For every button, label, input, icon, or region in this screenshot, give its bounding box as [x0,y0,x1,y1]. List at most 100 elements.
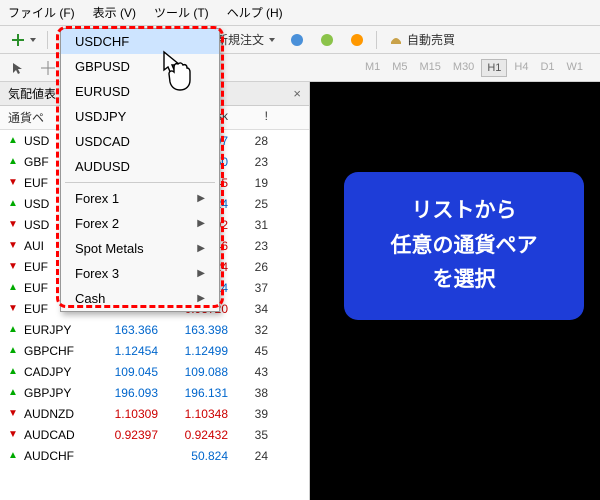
bid-cell: 196.093 [88,386,158,400]
symbol-cell: AUDNZD [24,407,88,421]
timeframe-m15[interactable]: M15 [415,59,446,77]
direction-icon: ▼ [8,303,24,314]
plus-icon [11,33,25,47]
direction-icon: ▲ [8,324,24,335]
timeframe-h1[interactable]: H1 [481,59,507,77]
symbol-cell: AUDCAD [24,428,88,442]
symbol-cell: AUDCHF [24,449,88,463]
direction-icon: ▲ [8,135,24,146]
timeframe-selector: M1M5M15M30H1H4D1W1 [360,59,594,77]
direction-icon: ▼ [8,429,24,440]
toolbar-icon[interactable] [284,29,310,51]
menubar: ファイル (F) 表示 (V) ツール (T) ヘルプ (H) [0,0,600,26]
panel-close-button[interactable]: × [293,86,301,101]
quote-row[interactable]: ▼AUDNZD1.103091.1034839 [0,403,309,424]
spread-cell: 38 [228,386,268,400]
dropdown-item-usdchf[interactable]: USDCHF [61,29,219,54]
dropdown-submenu-forex-3[interactable]: Forex 3▶ [61,261,219,286]
timeframe-m5[interactable]: M5 [387,59,412,77]
spread-cell: 28 [228,134,268,148]
menu-view[interactable]: 表示 (V) [93,4,136,21]
quote-row[interactable]: ▲GBPJPY196.093196.13138 [0,382,309,403]
chevron-right-icon: ▶ [197,193,205,204]
ask-cell: 1.10348 [158,407,228,421]
spread-cell: 37 [228,281,268,295]
direction-icon: ▲ [8,156,24,167]
timeframe-m30[interactable]: M30 [448,59,479,77]
direction-icon: ▲ [8,345,24,356]
direction-icon: ▼ [8,261,24,272]
bid-cell: 0.92397 [88,428,158,442]
toolbar-icon[interactable] [344,29,370,51]
quote-row[interactable]: ▼AUDCAD0.923970.9243235 [0,424,309,445]
direction-icon: ▲ [8,366,24,377]
dropdown-item-usdjpy[interactable]: USDJPY [61,104,219,129]
direction-icon: ▼ [8,177,24,188]
dropdown-submenu-forex-1[interactable]: Forex 1▶ [61,186,219,211]
spread-cell: 31 [228,218,268,232]
ask-cell: 1.12499 [158,344,228,358]
menu-help[interactable]: ヘルプ (H) [227,4,283,21]
spread-cell: 26 [228,260,268,274]
symbol-cell: GBPCHF [24,344,88,358]
menu-tools[interactable]: ツール (T) [154,4,209,21]
direction-icon: ▲ [8,387,24,398]
symbol-cell: CADJPY [24,365,88,379]
timeframe-d1[interactable]: D1 [535,59,559,77]
quote-row[interactable]: ▲GBPCHF1.124541.1249945 [0,340,309,361]
cursor-tool[interactable] [6,58,30,78]
ask-cell: 50.824 [158,449,228,463]
dropdown-submenu-cash[interactable]: Cash▶ [61,286,219,311]
bid-cell: 1.10309 [88,407,158,421]
quote-row[interactable]: ▲AUDCHF 50.82424 [0,445,309,466]
dropdown-item-usdcad[interactable]: USDCAD [61,129,219,154]
spread-cell: 19 [228,176,268,190]
callout-line: 任意の通貨ペア [358,229,570,264]
dropdown-submenu-spot-metals[interactable]: Spot Metals▶ [61,236,219,261]
ask-cell: 163.398 [158,323,228,337]
spread-cell: 45 [228,344,268,358]
spread-cell: 34 [228,302,268,316]
toolbar-icon[interactable] [314,29,340,51]
timeframe-m1[interactable]: M1 [360,59,385,77]
bid-cell: 163.366 [88,323,158,337]
timeframe-h4[interactable]: H4 [509,59,533,77]
menu-file[interactable]: ファイル (F) [8,4,75,21]
crosshair-tool[interactable] [36,58,60,78]
spread-cell: 43 [228,365,268,379]
spread-cell: 25 [228,197,268,211]
callout-line: リストから [358,194,570,229]
add-chart-button[interactable] [6,30,41,50]
quote-row[interactable]: ▲EURJPY163.366163.39832 [0,319,309,340]
symbol-cell: GBPJPY [24,386,88,400]
dropdown-submenu-forex-2[interactable]: Forex 2▶ [61,211,219,236]
spread-cell: 39 [228,407,268,421]
spread-cell: 23 [228,155,268,169]
dropdown-item-eurusd[interactable]: EURUSD [61,79,219,104]
col-spread[interactable]: ! [228,109,268,126]
direction-icon: ▲ [8,450,24,461]
direction-icon: ▲ [8,282,24,293]
new-order-label: 新規注文 [216,31,264,48]
ask-cell: 196.131 [158,386,228,400]
auto-trade-button[interactable]: 自動売買 [383,28,460,51]
dropdown-item-gbpusd[interactable]: GBPUSD [61,54,219,79]
chevron-right-icon: ▶ [197,218,205,229]
spread-cell: 35 [228,428,268,442]
chevron-right-icon: ▶ [197,268,205,279]
separator [376,31,377,49]
dropdown-item-audusd[interactable]: AUDUSD [61,154,219,179]
panel-tab-label[interactable]: 気配値表 [8,85,56,102]
bid-cell: 109.045 [88,365,158,379]
ask-cell: 0.92432 [158,428,228,442]
symbol-dropdown: USDCHFGBPUSDEURUSDUSDJPYUSDCADAUDUSD Fore… [60,28,220,312]
spread-cell: 32 [228,323,268,337]
timeframe-w1[interactable]: W1 [562,59,589,77]
callout-line: を選択 [358,263,570,298]
quote-row[interactable]: ▲CADJPY109.045109.08843 [0,361,309,382]
direction-icon: ▼ [8,408,24,419]
symbol-cell: EURJPY [24,323,88,337]
annotation-callout: リストから 任意の通貨ペア を選択 [344,172,584,320]
spread-cell: 23 [228,239,268,253]
spread-cell: 24 [228,449,268,463]
